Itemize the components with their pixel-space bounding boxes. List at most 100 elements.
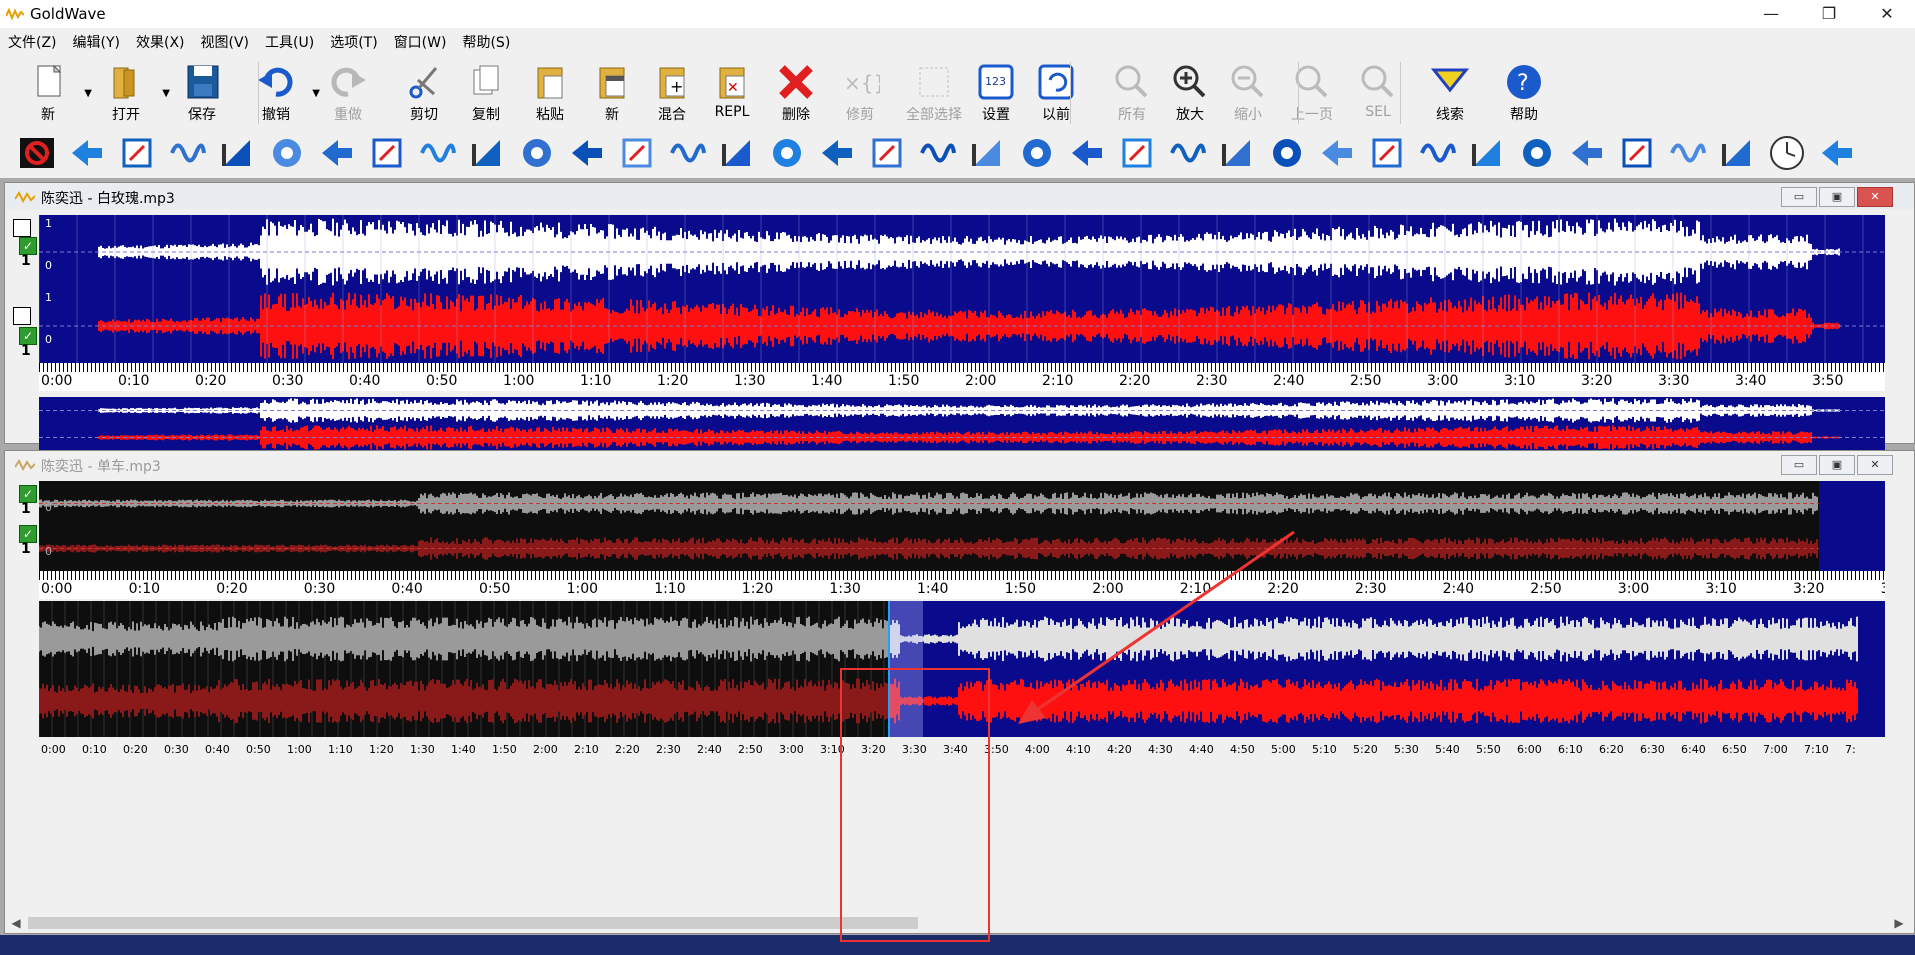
save-button[interactable]: 保存 [170, 60, 234, 126]
menu-item-0[interactable]: 文件(Z) [0, 28, 65, 52]
offset-icon[interactable] [1468, 134, 1506, 172]
cue-prev-icon[interactable] [1718, 134, 1756, 172]
trim-button[interactable]: ×{}× 修剪 [828, 60, 892, 126]
close-button[interactable]: ✕ [1859, 0, 1915, 28]
delete-button[interactable]: 删除 [764, 60, 828, 126]
scroll-left-icon[interactable]: ◀ [6, 914, 26, 932]
child-1-restore-button[interactable]: ▣ [1819, 187, 1855, 207]
channel-mixer-icon[interactable] [168, 134, 206, 172]
marker-icon[interactable] [1518, 134, 1556, 172]
menu-item-3[interactable]: 视图(V) [193, 28, 258, 52]
paste-button[interactable]: 粘贴 [518, 60, 582, 126]
invert-icon[interactable] [518, 134, 556, 172]
time-label: 6:50 [1722, 743, 1747, 755]
pan-icon[interactable] [668, 134, 706, 172]
filter-icon[interactable] [418, 134, 456, 172]
zoom-out-button[interactable]: 缩小 [1216, 60, 1280, 126]
paste-new-button[interactable]: 新 [580, 60, 644, 126]
volume-icon[interactable] [1118, 134, 1156, 172]
undo-button[interactable]: 撤销 ▼ [244, 60, 320, 126]
cue-next-icon[interactable] [1668, 134, 1706, 172]
menu-item-4[interactable]: 工具(U) [257, 28, 322, 52]
child-1-minimize-button[interactable]: ▭ [1781, 187, 1817, 207]
maximize-button[interactable]: ❐ [1801, 0, 1857, 28]
time-label: 1:40 [811, 373, 843, 389]
cue-delete-icon[interactable] [1618, 134, 1656, 172]
open-button[interactable]: 打开 ▼ [94, 60, 170, 126]
stop-effect-icon[interactable] [18, 134, 56, 172]
flanger-icon[interactable] [468, 134, 506, 172]
echo-icon[interactable] [318, 134, 356, 172]
copy-button[interactable]: 复制 [454, 60, 518, 126]
mix-button[interactable]: + 混合 [640, 60, 704, 126]
scroll-right-icon[interactable]: ▶ [1889, 914, 1909, 932]
waveform-main-1[interactable]: 1 0 1 0 [39, 215, 1885, 363]
minimize-button[interactable]: — [1743, 0, 1799, 28]
volume-match-icon[interactable] [1168, 134, 1206, 172]
pitch-icon[interactable] [768, 134, 806, 172]
doppler-icon[interactable] [268, 134, 306, 172]
playback-rate-icon[interactable] [818, 134, 856, 172]
maximize-volume-icon[interactable] [1418, 134, 1456, 172]
dropdown-arrow-icon[interactable]: ▼ [162, 88, 170, 99]
waveform-main-2[interactable] [39, 601, 1885, 737]
child-2-close-button[interactable]: ✕ [1857, 455, 1893, 475]
select-all-button[interactable]: 全部选择 [902, 60, 966, 126]
cut-button[interactable]: 剪切 [392, 60, 456, 126]
zoom-in-button[interactable]: 放大 [1158, 60, 1222, 126]
scrollbar-thumb[interactable] [28, 917, 918, 929]
time-label: 2:30 [1355, 581, 1387, 597]
clock-icon[interactable] [1768, 134, 1806, 172]
bass-boost-icon[interactable] [118, 134, 156, 172]
fade-in-icon[interactable] [1218, 134, 1256, 172]
sound-window-2-titlebar[interactable]: 陈奕迅 - 单车.mp3 ▭ ▣ ✕ [5, 451, 1914, 477]
sound-window-1[interactable]: 陈奕迅 - 白玫瑰.mp3 ▭ ▣ ✕ ✓ 1 ✓ 1 1 0 1 0 0:00… [4, 182, 1915, 471]
noise-reduction-icon[interactable] [618, 134, 656, 172]
change-volume-icon[interactable] [1368, 134, 1406, 172]
silence-reduction-icon[interactable] [968, 134, 1006, 172]
prev-page-label: 上一页 [1291, 107, 1333, 123]
spectrum-filter-icon[interactable] [1018, 134, 1056, 172]
compressor-icon[interactable] [218, 134, 256, 172]
auto-gain-icon[interactable] [68, 134, 106, 172]
repl-label: REPL [714, 104, 750, 120]
cue-add-icon[interactable] [1568, 134, 1606, 172]
repl-button[interactable]: ✕ REPL [700, 60, 764, 126]
set-button[interactable]: 123 设置 [964, 60, 1028, 126]
menu-item-7[interactable]: 帮助(S) [454, 28, 518, 52]
help-button[interactable]: ? 帮助 [1492, 60, 1556, 126]
child-1-close-button[interactable]: ✕ [1857, 187, 1893, 207]
sound-window-1-titlebar[interactable]: 陈奕迅 - 白玫瑰.mp3 ▭ ▣ ✕ [5, 183, 1914, 209]
prev-page-button[interactable]: 上一页 [1280, 60, 1344, 126]
mechanize-icon[interactable] [568, 134, 606, 172]
time-axis-2[interactable]: 0:00 0:10 0:20 0:30 0:40 0:50 1:00 1:10 1:20 1:30… [39, 571, 1885, 599]
reverb-icon[interactable] [868, 134, 906, 172]
child-2-minimize-button[interactable]: ▭ [1781, 455, 1817, 475]
time-label: 1:00 [287, 743, 312, 755]
dropdown-arrow-icon[interactable]: ▼ [84, 88, 92, 99]
child-2-restore-button[interactable]: ▣ [1819, 455, 1855, 475]
parametric-eq-icon[interactable] [718, 134, 756, 172]
left-channel-select-icon[interactable] [13, 219, 31, 237]
menu-item-1[interactable]: 编辑(Y) [65, 28, 128, 52]
overview-waveform-1[interactable] [39, 397, 1885, 451]
redo-button[interactable]: 重做 [316, 60, 380, 126]
time-axis-1[interactable]: 0:00 0:10 0:20 0:30 0:40 0:50 1:00 1:10 1:20 1:30… [39, 363, 1885, 391]
shape-volume-icon[interactable] [1318, 134, 1356, 172]
menu-item-5[interactable]: 选项(T) [322, 28, 385, 52]
menu-item-6[interactable]: 窗口(W) [386, 28, 455, 52]
menu-item-2[interactable]: 效果(X) [128, 28, 193, 52]
equalizer-icon[interactable] [368, 134, 406, 172]
right-channel-select-icon[interactable] [13, 307, 31, 325]
previous-button[interactable]: 以前 [1024, 60, 1088, 126]
reverse-icon[interactable] [918, 134, 956, 172]
all-button[interactable]: 所有 [1100, 60, 1164, 126]
sound-window-2[interactable]: 陈奕迅 - 单车.mp3 ▭ ▣ ✕ ✓ 1 ✓ 1 0 0 0:00 0:10 0… [4, 450, 1915, 934]
new-button[interactable]: 新 ▼ [16, 60, 92, 126]
overview-waveform-2[interactable]: 0 0 [39, 481, 1885, 571]
time-warp-icon[interactable] [1068, 134, 1106, 172]
horizontal-scrollbar[interactable]: ◀ ▶ [6, 914, 1909, 932]
comment-icon[interactable] [1818, 134, 1856, 172]
cue-button[interactable]: 线索 [1418, 60, 1482, 126]
fade-out-icon[interactable] [1268, 134, 1306, 172]
